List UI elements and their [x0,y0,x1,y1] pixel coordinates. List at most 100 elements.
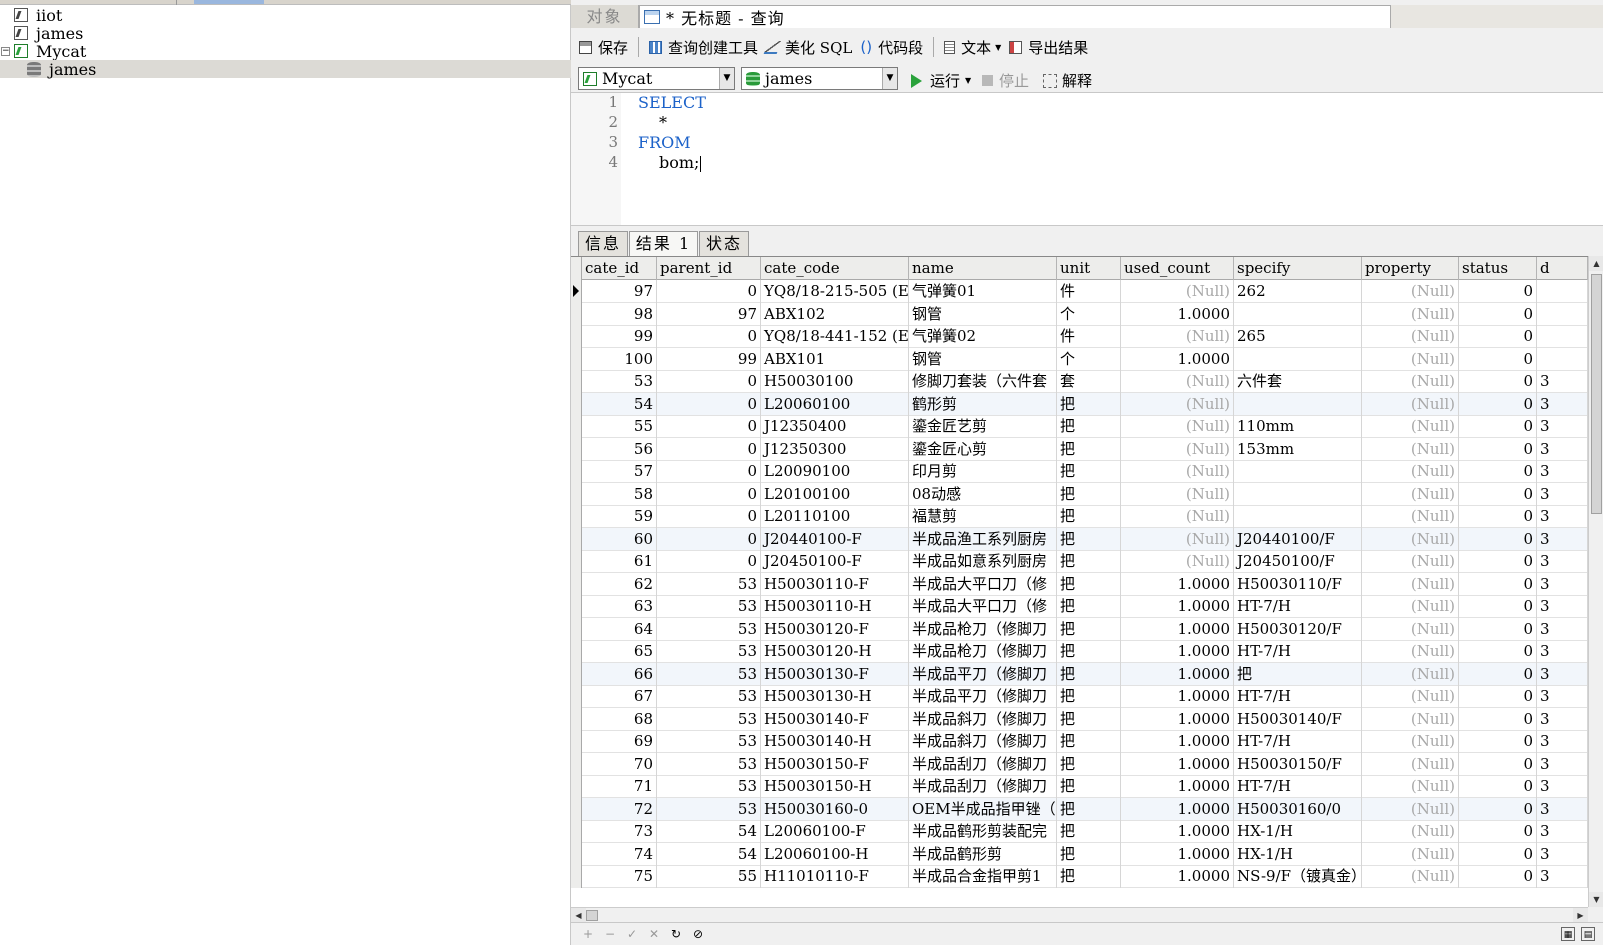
table-cell[interactable]: (Null) [1362,460,1459,483]
table-cell[interactable]: (Null) [1362,347,1459,371]
table-cell[interactable] [1234,392,1362,416]
table-cell[interactable]: 3 [1537,572,1588,596]
table-cell[interactable]: 半成品合金指甲剪1 [909,865,1057,888]
table-cell[interactable]: 把 [1057,797,1121,821]
table-cell[interactable]: 0 [1459,415,1537,438]
table-cell[interactable]: 3 [1537,797,1588,821]
table-cell[interactable]: 半成品斜刀（修脚刀 [909,730,1057,753]
table-cell[interactable]: 0 [1459,392,1537,416]
table-cell[interactable]: (Null) [1362,797,1459,821]
text-button[interactable]: 文本 ▼ [944,37,1001,58]
table-cell[interactable]: 0 [1459,572,1537,596]
column-header-parent-id[interactable]: parent_id [657,257,761,280]
table-cell[interactable]: (Null) [1362,842,1459,866]
table-cell[interactable]: 半成品如意系列厨房 [909,550,1057,573]
table-cell[interactable]: 把 [1057,415,1121,438]
table-cell[interactable]: 0 [1459,550,1537,573]
table-cell[interactable] [1234,302,1362,326]
table-cell[interactable]: HT-7/H [1234,595,1362,618]
run-button[interactable]: 运行 ▼ [911,70,971,91]
table-cell[interactable]: 把 [1057,662,1121,686]
table-cell[interactable]: H50030120/F [1234,617,1362,641]
table-cell[interactable]: 0 [1459,595,1537,618]
table-cell[interactable]: 64 [582,617,657,641]
database-select[interactable]: james ▼ [741,67,898,90]
table-cell[interactable]: 1.0000 [1121,302,1234,326]
table-cell[interactable]: 0 [657,415,761,438]
table-cell[interactable]: 鎏金匠心剪 [909,437,1057,461]
row-selector[interactable] [571,572,582,596]
table-cell[interactable]: 3 [1537,482,1588,506]
row-selector[interactable] [571,280,582,303]
table-cell[interactable]: 0 [657,280,761,303]
tree-item-james-connection[interactable]: james [0,24,571,43]
tab-objects[interactable]: 对象 [571,5,639,28]
table-cell[interactable]: H50030150-F [761,752,909,776]
table-cell[interactable] [1537,280,1588,303]
table-cell[interactable]: 印月剪 [909,460,1057,483]
table-cell[interactable]: 3 [1537,842,1588,866]
table-cell[interactable] [1234,505,1362,528]
table-cell[interactable]: 1.0000 [1121,662,1234,686]
table-cell[interactable]: 3 [1537,392,1588,416]
row-selector[interactable] [571,437,582,461]
table-cell[interactable]: 99 [657,347,761,371]
table-cell[interactable]: 53 [657,797,761,821]
table-cell[interactable]: 把 [1057,752,1121,776]
table-cell[interactable]: (Null) [1121,505,1234,528]
table-row[interactable]: 98 97 ABX102 钢管个 1.0000 (Null) 0 [571,302,1588,326]
table-cell[interactable]: 0 [1459,527,1537,551]
table-cell[interactable]: 个 [1057,347,1121,371]
query-builder-button[interactable]: 查询创建工具 [649,37,758,58]
table-cell[interactable]: 1.0000 [1121,865,1234,888]
table-cell[interactable]: (Null) [1121,482,1234,506]
table-cell[interactable]: 把 [1234,662,1362,686]
column-header-unit[interactable]: unit [1057,257,1121,280]
row-selector[interactable] [571,640,582,663]
table-cell[interactable]: 3 [1537,640,1588,663]
table-row[interactable]: 54 0 L20060100 鹤形剪把 (Null) (Null) 0 3 [571,392,1588,416]
table-cell[interactable]: 262 [1234,280,1362,303]
table-row[interactable]: 71 53 H50030150-H 半成品刮刀（修脚刀把 1.0000 HT-7/H (Nu… [571,775,1588,798]
table-cell[interactable]: 0 [1459,280,1537,303]
table-cell[interactable]: 半成品大平口刀（修 [909,595,1057,618]
table-cell[interactable]: (Null) [1362,482,1459,506]
table-cell[interactable]: 75 [582,865,657,888]
tab-status[interactable]: 状态 [699,231,749,256]
table-cell[interactable]: 97 [657,302,761,326]
table-cell[interactable]: 3 [1537,437,1588,461]
table-cell[interactable]: 69 [582,730,657,753]
table-cell[interactable]: 72 [582,797,657,821]
row-selector[interactable] [571,595,582,618]
tree-strip-selection[interactable] [194,0,264,4]
table-cell[interactable]: (Null) [1362,707,1459,731]
table-cell[interactable]: 53 [657,640,761,663]
table-cell[interactable]: 0 [1459,707,1537,731]
table-row[interactable]: 61 0 J20450100-F 半成品如意系列厨房把 (Null) J20450100/… [571,550,1588,573]
table-cell[interactable]: 53 [657,617,761,641]
table-cell[interactable]: 半成品鹤形剪 [909,842,1057,866]
table-cell[interactable]: 半成品大平口刀（修 [909,572,1057,596]
table-row[interactable]: 62 53 H50030110-F 半成品大平口刀（修把 1.0000 H50030110… [571,572,1588,596]
table-cell[interactable]: 半成品平刀（修脚刀 [909,662,1057,686]
table-cell[interactable]: (Null) [1362,662,1459,686]
table-row[interactable]: 60 0 J20440100-F 半成品渔工系列厨房把 (Null) J20440100/… [571,527,1588,551]
scroll-right-icon[interactable]: ▶ [1573,908,1588,923]
table-cell[interactable]: L20110100 [761,505,909,528]
table-row[interactable]: 55 0 J12350400 鎏金匠艺剪把 (Null) 110mm (Null) 0 3 [571,415,1588,438]
table-cell[interactable]: (Null) [1362,820,1459,843]
table-cell[interactable]: H50030110-F [761,572,909,596]
table-cell[interactable]: 100 [582,347,657,371]
scroll-down-icon[interactable]: ▼ [1589,892,1603,907]
table-cell[interactable]: 3 [1537,775,1588,798]
table-cell[interactable]: (Null) [1362,775,1459,798]
horizontal-scroll-thumb[interactable] [586,910,598,921]
table-cell[interactable]: J12350400 [761,415,909,438]
row-selector[interactable] [571,415,582,438]
table-cell[interactable]: L20100100 [761,482,909,506]
table-cell[interactable] [1234,482,1362,506]
table-cell[interactable]: 0 [1459,842,1537,866]
table-cell[interactable]: 0 [1459,685,1537,708]
table-cell[interactable]: 1.0000 [1121,842,1234,866]
table-cell[interactable] [1537,347,1588,371]
